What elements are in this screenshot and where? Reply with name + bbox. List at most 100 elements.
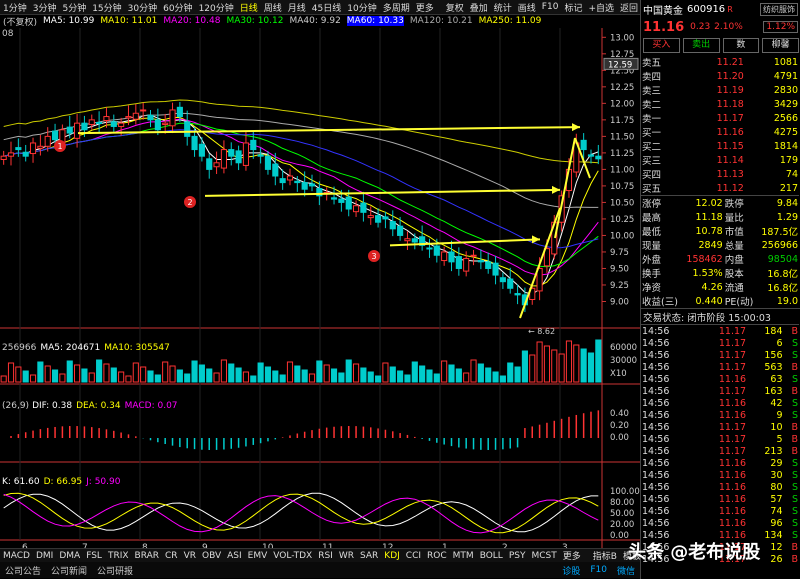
order-volume: 2566 (773, 112, 798, 124)
candle (375, 215, 382, 223)
order-row[interactable]: 买二 11.15 1814 (641, 139, 799, 154)
period-tab[interactable]: 5分钟 (62, 1, 86, 14)
stat-label: 内盘 (724, 255, 744, 266)
kdj-tick: 20.00 (610, 520, 634, 530)
ma5-value: MA5: 10.99 (43, 16, 95, 26)
kline-chart[interactable]: 123← 8.62 13.0012.7512.5012.2512.0011.75… (0, 28, 640, 548)
ma20-value: MA20: 10.48 (163, 16, 221, 26)
indicator-tab[interactable]: KDJ (384, 551, 400, 561)
indicator-tab[interactable]: VR (184, 551, 196, 561)
tool-button[interactable]: 叠加 (470, 1, 488, 14)
indicator-tab[interactable]: ASI (227, 551, 242, 561)
price-tick: 10.50 (610, 198, 634, 208)
volume-bar (573, 344, 580, 383)
period-tab[interactable]: 30分钟 (128, 1, 157, 14)
indicator-tab[interactable]: WR (339, 551, 354, 561)
sell-button[interactable]: 卖出 (682, 38, 720, 53)
period-tab[interactable]: 45日线 (312, 1, 341, 14)
order-row[interactable]: 卖一 11.17 2566 (641, 111, 799, 126)
volume-bar (323, 364, 330, 383)
tick-row: 14:56 11.17 10 B (641, 421, 799, 433)
tool-button[interactable]: 标记 (564, 1, 582, 14)
tool-button[interactable]: F10 (542, 2, 559, 12)
candle (81, 122, 88, 131)
tool-button[interactable]: 画线 (518, 1, 536, 14)
status-diagnose[interactable]: 诊股 (562, 564, 580, 577)
indicator-tab[interactable]: DMA (59, 551, 80, 561)
tick-row: 14:56 11.16 96 S (641, 517, 799, 529)
order-row[interactable]: 买一 11.16 4275 (641, 125, 799, 140)
tool-button[interactable]: 返回 (620, 1, 638, 14)
indicator-tab[interactable]: CCI (406, 551, 421, 561)
kdj-line (3, 493, 599, 534)
indicator-tab[interactable]: PSY (509, 551, 526, 561)
indicator-tab[interactable]: MTM (453, 551, 474, 561)
indicator-tab[interactable]: RSI (318, 551, 333, 561)
indicator-tab[interactable]: MCST (531, 551, 556, 561)
order-level: 卖三 (642, 86, 662, 97)
sector-badge[interactable]: 纺织服饰 (760, 2, 798, 16)
period-tab[interactable]: 月线 (288, 1, 306, 14)
candle (301, 182, 308, 190)
order-row[interactable]: 卖三 11.19 2830 (641, 83, 799, 98)
period-tab[interactable]: 120分钟 (199, 1, 234, 14)
tick-side: S (791, 481, 798, 493)
period-tab-active[interactable]: 日线 (240, 1, 258, 14)
period-tab[interactable]: 60分钟 (163, 1, 192, 14)
order-row[interactable]: 买五 11.12 217 (641, 181, 799, 196)
order-row[interactable]: 买三 11.14 179 (641, 153, 799, 168)
period-tab[interactable]: 3分钟 (33, 1, 57, 14)
extra-button[interactable]: 柳馨 (762, 38, 799, 53)
tick-row: 14:56 11.17 563 B (641, 361, 799, 373)
indicator-tab[interactable]: FSL (86, 551, 102, 561)
period-tab[interactable]: 15分钟 (92, 1, 121, 14)
period-tab[interactable]: 10分钟 (347, 1, 376, 14)
order-row[interactable]: 卖五 11.21 1081 (641, 55, 799, 70)
indicator-tab[interactable]: BOLL (480, 551, 503, 561)
tool-button[interactable]: +自选 (588, 1, 614, 14)
tick-price: 11.16 (718, 493, 747, 505)
indicator-tab[interactable]: DMI (36, 551, 53, 561)
indicator-tab[interactable]: ROC (427, 551, 447, 561)
link-announcements[interactable]: 公司公告 (5, 564, 41, 577)
panel-tab[interactable]: 指标B (593, 549, 617, 562)
indicator-tab[interactable]: EMV (248, 551, 268, 561)
candle (51, 130, 59, 141)
tick-volume: 6 (776, 337, 783, 349)
period-tab[interactable]: 周线 (264, 1, 282, 14)
tool-button[interactable]: 统计 (494, 1, 512, 14)
stat-label: 外盘 (642, 255, 662, 266)
indicator-tab[interactable]: TRIX (108, 551, 129, 561)
order-row[interactable]: 卖二 11.18 3429 (641, 97, 799, 112)
order-row[interactable]: 卖四 11.20 4791 (641, 69, 799, 84)
stat-value: 16.8亿 (767, 283, 798, 294)
indicator-tab[interactable]: SAR (360, 551, 378, 561)
candle (162, 122, 169, 125)
tick-row: 14:56 11.16 63 S (641, 373, 799, 385)
stat-value: 1.29 (776, 211, 798, 223)
volume-bar (382, 362, 389, 383)
candle (250, 139, 257, 151)
indicator-tab[interactable]: CR (165, 551, 178, 561)
volume-bar (499, 375, 506, 383)
indicator-tab[interactable]: BRAR (135, 551, 159, 561)
price-tick: 11.50 (610, 132, 634, 142)
period-tab[interactable]: 更多 (416, 1, 434, 14)
volume-info: 256966 MA5: 204671 MA10: 305547 (2, 343, 170, 353)
volume-bar (345, 359, 352, 383)
indicator-tab[interactable]: MACD (3, 551, 30, 561)
link-research[interactable]: 公司研报 (97, 564, 133, 577)
indicator-tab[interactable]: 更多 (563, 549, 581, 562)
status-f10[interactable]: F10 (590, 565, 607, 575)
period-tab[interactable]: 1分钟 (3, 1, 27, 14)
count-button[interactable]: 数 (722, 38, 760, 53)
order-row[interactable]: 买四 11.13 74 (641, 167, 799, 182)
link-news[interactable]: 公司新闻 (51, 564, 87, 577)
indicator-tab[interactable]: VOL-TDX (273, 551, 312, 561)
buy-button[interactable]: 买入 (643, 38, 680, 53)
volume-bar (7, 362, 15, 383)
period-tab[interactable]: 多周期 (383, 1, 410, 14)
status-wechat[interactable]: 微信 (617, 564, 635, 577)
tool-button[interactable]: 复权 (446, 1, 464, 14)
indicator-tab[interactable]: OBV (202, 551, 221, 561)
